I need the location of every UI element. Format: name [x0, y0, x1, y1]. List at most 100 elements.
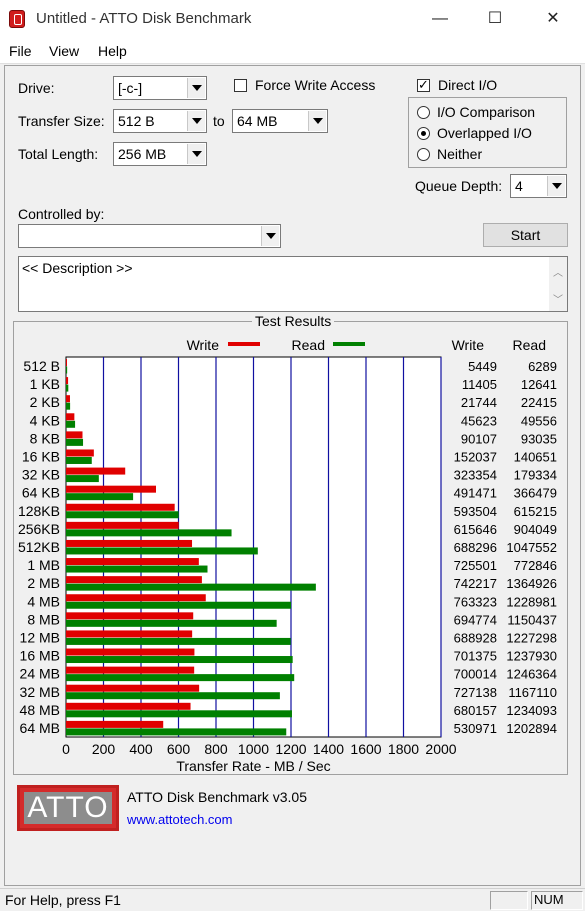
write-value: 90107 [461, 431, 497, 446]
read-value: 1237930 [506, 649, 557, 664]
y-tick-label: 1 MB [27, 557, 60, 573]
write-value: 491471 [454, 486, 497, 501]
read-value: 1246364 [506, 667, 557, 682]
write-value: 530971 [454, 721, 497, 736]
product-name: ATTO Disk Benchmark v3.05 [127, 789, 307, 805]
read-value: 22415 [521, 395, 557, 410]
y-tick-label: 64 KB [22, 485, 60, 501]
read-bar [66, 420, 76, 428]
read-bar [66, 565, 208, 573]
legend-read-swatch [333, 342, 365, 346]
read-bar [66, 366, 68, 374]
legend-write-label: Write [187, 337, 220, 353]
read-bar [66, 529, 232, 537]
read-bar [66, 710, 292, 718]
write-value: 763323 [454, 594, 497, 609]
write-value: 727138 [454, 685, 497, 700]
write-bar [66, 684, 200, 692]
write-value: 701375 [454, 649, 497, 664]
y-tick-label: 4 KB [30, 412, 60, 428]
write-value: 680157 [454, 703, 497, 718]
write-value: 725501 [454, 558, 497, 573]
read-value: 1234093 [506, 703, 557, 718]
x-tick-label: 600 [167, 741, 191, 757]
read-bar [66, 656, 293, 664]
write-value: 688928 [454, 630, 497, 645]
read-value: 366479 [514, 486, 557, 501]
logo-text: ATTO [24, 792, 112, 824]
write-value: 615646 [454, 522, 497, 537]
read-value: 1167110 [508, 685, 557, 700]
read-column-header: Read [513, 337, 546, 353]
y-tick-label: 32 MB [20, 684, 60, 700]
x-tick-label: 1800 [388, 741, 419, 757]
x-tick-label: 400 [129, 741, 153, 757]
y-tick-label: 512 B [23, 358, 60, 374]
y-tick-label: 24 MB [20, 666, 60, 682]
write-bar [66, 666, 195, 674]
write-bar [66, 720, 164, 728]
y-tick-label: 128KB [18, 503, 60, 519]
read-bar [66, 619, 277, 627]
write-value: 21744 [461, 395, 497, 410]
write-bar [66, 558, 199, 566]
write-bar [66, 702, 191, 710]
read-value: 772846 [514, 558, 557, 573]
read-bar [66, 547, 258, 555]
y-tick-label: 48 MB [20, 702, 60, 718]
x-tick-label: 800 [204, 741, 228, 757]
y-tick-label: 8 KB [30, 430, 60, 446]
read-bar [66, 402, 71, 410]
write-column-header: Write [452, 337, 485, 353]
y-tick-label: 1 KB [30, 376, 60, 392]
x-tick-label: 1000 [238, 741, 269, 757]
website-link[interactable]: www.attotech.com [127, 812, 233, 827]
write-bar [66, 359, 67, 366]
read-bar [66, 493, 134, 501]
read-value: 6289 [528, 359, 557, 374]
status-pane-num: NUM [531, 891, 583, 910]
read-bar [66, 692, 280, 700]
write-bar [66, 449, 94, 457]
y-tick-label: 4 MB [27, 593, 60, 609]
x-tick-label: 1600 [350, 741, 381, 757]
x-tick-label: 1200 [275, 741, 306, 757]
y-tick-label: 2 MB [27, 575, 60, 591]
read-value: 179334 [514, 468, 557, 483]
read-value: 93035 [521, 431, 557, 446]
legend-write-swatch [228, 342, 260, 346]
write-bar [66, 485, 156, 493]
read-value: 1364926 [506, 576, 557, 591]
legend-read-label: Read [292, 337, 325, 353]
read-bar [66, 583, 316, 591]
read-bar [66, 601, 292, 609]
read-value: 49556 [521, 413, 557, 428]
write-bar [66, 576, 202, 584]
write-bar [66, 521, 179, 529]
read-bar [66, 384, 69, 392]
read-bar [66, 728, 287, 736]
y-tick-label: 12 MB [20, 629, 60, 645]
write-value: 742217 [454, 576, 497, 591]
write-bar [66, 413, 75, 421]
status-message: For Help, press F1 [5, 892, 121, 908]
write-bar [66, 377, 69, 385]
read-value: 1202894 [506, 721, 557, 736]
x-tick-label: 1400 [313, 741, 344, 757]
x-axis-label: Transfer Rate - MB / Sec [176, 758, 330, 774]
write-bar [66, 539, 193, 547]
write-bar [66, 612, 194, 620]
write-bar [66, 503, 175, 511]
read-bar [66, 456, 92, 464]
y-tick-label: 16 KB [22, 449, 60, 465]
read-bar [66, 637, 291, 645]
read-value: 1150437 [507, 612, 557, 627]
y-tick-label: 256KB [18, 521, 60, 537]
write-bar [66, 630, 193, 638]
write-bar [66, 648, 195, 656]
write-value: 11405 [462, 377, 497, 392]
y-tick-label: 16 MB [20, 648, 60, 664]
read-bar [66, 438, 84, 446]
write-bar [66, 431, 83, 439]
write-value: 45623 [461, 413, 497, 428]
